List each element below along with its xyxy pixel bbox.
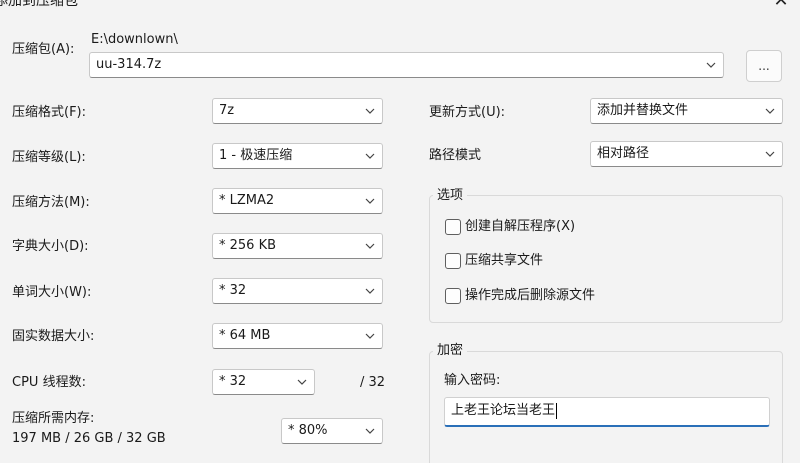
chevron-down-icon [365,106,375,116]
delete-after-label[interactable]: 操作完成后删除源文件 [465,287,595,305]
solid-value: * 64 MB [219,328,271,343]
chevron-down-icon [297,377,307,387]
format-label: 压缩格式(F): [12,105,87,120]
password-input[interactable]: 上老王论坛当老王 [444,397,770,427]
chevron-down-icon [365,151,375,161]
threads-label: CPU 线程数: [12,375,86,390]
archive-label: 压缩包(A): [12,42,75,57]
dict-value: * 256 KB [219,238,277,253]
sfx-label[interactable]: 创建自解压程序(X) [465,218,575,236]
word-label: 单词大小(W): [12,285,92,300]
delete-after-checkbox[interactable] [445,288,461,304]
window-title: 添加到压缩包 [0,0,78,9]
sfx-checkbox[interactable] [445,219,461,235]
threads-total: / 32 [360,375,386,390]
chevron-down-icon[interactable] [706,60,716,70]
solid-select[interactable]: * 64 MB [212,323,383,349]
method-value: * LZMA2 [219,193,275,208]
threads-select[interactable]: * 32 [212,369,315,395]
archive-filename-combo[interactable]: uu-314.7z [89,52,724,78]
level-value: 1 - 极速压缩 [219,148,293,163]
dict-label: 字典大小(D): [12,239,89,254]
shared-files-label[interactable]: 压缩共享文件 [465,252,543,270]
chevron-down-icon [365,331,375,341]
options-title: 选项 [433,187,468,205]
word-select[interactable]: * 32 [212,278,383,304]
shared-files-checkbox[interactable] [445,253,461,269]
memory-select[interactable]: * 80% [281,418,383,444]
level-select[interactable]: 1 - 极速压缩 [212,143,383,169]
method-select[interactable]: * LZMA2 [212,188,383,214]
format-select[interactable]: 7z [212,98,383,124]
browse-button[interactable]: ... [746,50,782,82]
chevron-down-icon [765,106,775,116]
chevron-down-icon [365,196,375,206]
word-value: * 32 [219,283,247,298]
threads-value: * 32 [219,374,247,389]
chevron-down-icon [365,241,375,251]
dict-select[interactable]: * 256 KB [212,233,383,259]
solid-label: 固实数据大小: [12,329,95,344]
close-icon[interactable]: ✕ [766,0,796,11]
chevron-down-icon [365,426,375,436]
format-value: 7z [219,103,235,118]
chevron-down-icon [765,149,775,159]
method-label: 压缩方法(M): [12,195,90,210]
pathmode-select[interactable]: 相对路径 [590,141,783,167]
level-label: 压缩等级(L): [12,150,86,165]
password-label: 输入密码: [444,373,501,388]
encryption-title: 加密 [433,342,468,360]
pathmode-label: 路径模式 [429,148,482,163]
archive-path: E:\downlown\ [91,32,178,47]
memory-value: * 80% [288,423,328,438]
text-caret [556,402,558,419]
update-select[interactable]: 添加并替换文件 [590,98,783,124]
pathmode-value: 相对路径 [597,146,650,161]
archive-filename-value: uu-314.7z [96,57,162,72]
memory-detail: 197 MB / 26 GB / 32 GB [12,431,166,446]
memory-label: 压缩所需内存: [12,411,95,426]
password-value: 上老王论坛当老王 [451,403,556,418]
update-label: 更新方式(U): [429,105,506,120]
chevron-down-icon [365,286,375,296]
update-value: 添加并替换文件 [597,103,689,118]
